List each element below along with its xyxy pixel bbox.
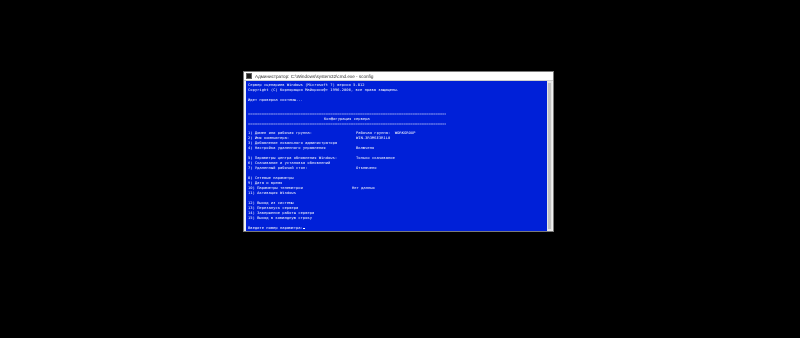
- console-output[interactable]: Сервер сценариев Windows (Microsoft ?) в…: [246, 81, 548, 231]
- menu-value-7: Отключено: [356, 165, 377, 170]
- menu-item-7: 7) Удаленный рабочий стол:: [248, 165, 308, 170]
- title-bar[interactable]: Администратор: C:\Windows\system32\cmd.e…: [244, 72, 553, 81]
- menu-item-4: 4) Настройка удаленного управления: [248, 145, 326, 150]
- vertical-scrollbar[interactable]: [547, 81, 552, 231]
- text-cursor: [302, 228, 305, 229]
- check-line: Идет проверка системы...: [248, 97, 303, 102]
- menu-item-15: 15) Выход в командную строку: [248, 215, 313, 220]
- option-prompt[interactable]: Введите номер параметра:: [248, 225, 305, 230]
- menu-value-4: Включено: [356, 145, 375, 150]
- cmd-window[interactable]: Администратор: C:\Windows\system32\cmd.e…: [243, 71, 554, 232]
- header-line-2: Copyright (C) Корпорация Майкрософт 1996…: [248, 87, 399, 92]
- menu-value-10: Нет данных: [352, 185, 375, 190]
- menu-value-5: Только скачивание: [356, 155, 395, 160]
- prompt-text: Введите номер параметра:: [248, 225, 303, 230]
- scrollbar-thumb[interactable]: [548, 83, 551, 229]
- cmd-app-icon: [246, 73, 252, 79]
- window-title: Администратор: C:\Windows\system32\cmd.e…: [255, 74, 374, 79]
- menu-item-11: 11) Активация Windows: [248, 190, 297, 195]
- menu-value-2: WIN-3R3MSE3R1L0: [356, 135, 391, 140]
- separator-bottom: ========================================…: [248, 121, 446, 126]
